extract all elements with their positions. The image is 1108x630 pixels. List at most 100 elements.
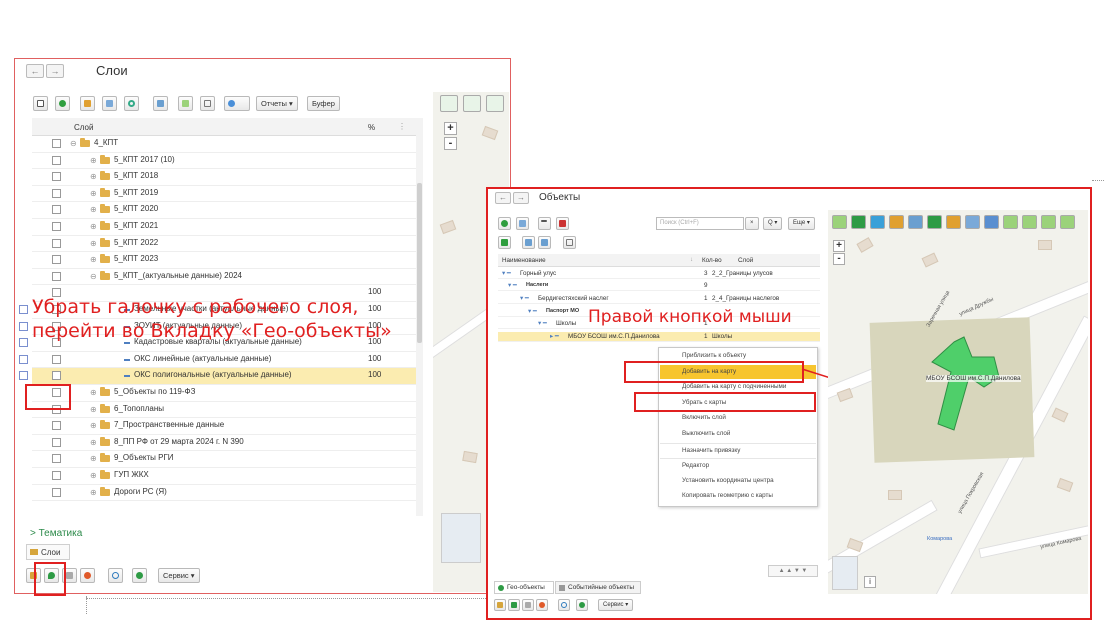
table-icon[interactable] xyxy=(200,96,215,111)
tree-toggle-icon[interactable]: ▾ ━ xyxy=(508,282,517,289)
map-tool-icon[interactable] xyxy=(1041,215,1056,229)
layer-checkbox[interactable] xyxy=(52,188,61,198)
objects-zoom-out[interactable]: - xyxy=(833,253,845,265)
pie-icon[interactable] xyxy=(80,568,95,583)
column-objects-layer[interactable]: Слой xyxy=(738,257,753,264)
reports-button[interactable]: Отчеты ▾ xyxy=(256,96,298,111)
column-percent[interactable]: % xyxy=(368,123,375,132)
back-button[interactable]: ← xyxy=(26,64,44,78)
context-menu-item[interactable]: Выключить слой xyxy=(660,427,816,442)
layers-map-icon[interactable] xyxy=(463,95,481,112)
layer-checkbox[interactable] xyxy=(52,421,61,431)
tree-toggle-icon[interactable]: ▾ ━ xyxy=(502,270,511,277)
refresh-icon[interactable] xyxy=(124,96,139,111)
expand-icon[interactable]: ⊕ xyxy=(90,205,97,214)
layers-tab[interactable]: Слои xyxy=(26,544,70,560)
layer-row[interactable]: ⊖ 4_КПТ xyxy=(32,136,418,153)
export-icon[interactable] xyxy=(522,236,535,249)
layer-checkbox[interactable] xyxy=(52,454,61,464)
map-tool-icon[interactable] xyxy=(832,215,847,229)
obj-target-icon[interactable] xyxy=(576,599,588,611)
layer-row[interactable]: ⊕ 6_Топопланы xyxy=(32,402,418,419)
add-object-icon[interactable] xyxy=(498,217,511,230)
layer-checkbox[interactable] xyxy=(52,139,61,148)
object-row[interactable]: ▾ ━ Горный улус 3 2_2_Границы улусов xyxy=(498,268,820,279)
tab-geo-objects[interactable]: Гео-объекты xyxy=(494,581,554,594)
info-icon[interactable]: i xyxy=(864,576,876,588)
home-icon[interactable] xyxy=(440,95,458,112)
service-button-left[interactable]: Сервис ▾ xyxy=(158,568,200,583)
expand-icon[interactable]: ⊕ xyxy=(90,388,97,397)
obj-geo-icon[interactable] xyxy=(508,599,520,611)
table-object-icon[interactable] xyxy=(563,236,576,249)
expand-icon[interactable]: ⊕ xyxy=(90,172,97,181)
layer-checkbox[interactable] xyxy=(52,437,61,447)
objects-minimap[interactable] xyxy=(832,556,858,590)
layer-checkbox[interactable] xyxy=(52,371,61,381)
expand-icon[interactable]: ⊕ xyxy=(90,421,97,430)
layer-row[interactable]: ⊕ 8_ПП РФ от 29 марта 2024 г. N 390 xyxy=(32,435,418,452)
school-polygon[interactable] xyxy=(924,332,1014,442)
objects-map[interactable] xyxy=(828,210,1088,594)
expand-icon[interactable]: ⊕ xyxy=(90,255,97,264)
layer-checkbox[interactable] xyxy=(52,155,61,165)
minimap[interactable] xyxy=(441,513,481,563)
map-tool-icon[interactable] xyxy=(927,215,942,229)
layer-row[interactable]: ОКС полигональные (актуальные данные) 100 xyxy=(19,368,418,385)
map-tool-icon[interactable] xyxy=(870,215,885,229)
map-tool-icon[interactable] xyxy=(908,215,923,229)
expand-icon[interactable]: ⊕ xyxy=(90,405,97,414)
zoom-out-button[interactable]: - xyxy=(444,137,457,150)
forward-button[interactable]: → xyxy=(46,64,64,78)
add-layer-icon[interactable] xyxy=(80,96,95,111)
layer-row[interactable]: ⊕ 5_КПТ 2019 xyxy=(32,186,418,203)
layer-checkbox[interactable] xyxy=(52,238,61,248)
layer-checkbox[interactable] xyxy=(52,205,61,215)
layer-checkbox[interactable] xyxy=(52,354,61,364)
tree-toggle-icon[interactable]: ▸ ━ xyxy=(550,333,559,340)
column-layer[interactable]: Слой xyxy=(74,123,93,132)
collapse-icon[interactable]: ⊖ xyxy=(90,272,97,281)
object-row[interactable]: ▾ ━ Наслеги 9 xyxy=(498,281,820,292)
layer-checkbox[interactable] xyxy=(52,471,61,480)
column-name[interactable]: Наименование xyxy=(502,257,546,264)
buffer-button[interactable]: Буфер xyxy=(307,96,340,111)
context-menu-item[interactable]: Установить координаты центра xyxy=(660,474,816,489)
layer-row[interactable]: ⊕ Дороги РС (Я) xyxy=(32,485,418,502)
layers-scrollbar[interactable] xyxy=(416,118,423,516)
scrollbar-thumb[interactable] xyxy=(417,183,422,343)
edit-object-icon[interactable] xyxy=(516,217,529,230)
context-menu-item[interactable]: Копировать геометрию с карты xyxy=(660,489,816,504)
chart-object-icon[interactable] xyxy=(538,236,551,249)
layer-checkbox[interactable] xyxy=(52,487,61,497)
expand-icon[interactable]: ⊕ xyxy=(90,438,97,447)
objects-search-input[interactable]: Поиск (Ctrl+F) xyxy=(656,217,744,230)
layer-row[interactable]: ⊕ 5_КПТ 2022 xyxy=(32,236,418,253)
objects-forward-button[interactable]: → xyxy=(513,192,529,204)
obj-text-icon[interactable] xyxy=(522,599,534,611)
layer-checkbox[interactable] xyxy=(52,255,61,265)
map-tool-icon[interactable] xyxy=(1022,215,1037,229)
thematic-link[interactable]: > Тематика xyxy=(30,528,82,539)
layer-row[interactable]: ⊕ 5_КПТ 2017 (10) xyxy=(32,153,418,170)
edit-icon[interactable] xyxy=(102,96,117,111)
layer-row[interactable]: ⊕ 5_Объекты по 119-ФЗ xyxy=(32,385,418,402)
expand-icon[interactable]: ⊕ xyxy=(90,189,97,198)
chart-icon[interactable] xyxy=(153,96,168,111)
expand-icon[interactable]: ⊕ xyxy=(90,471,97,480)
delete-object-icon[interactable] xyxy=(556,217,569,230)
map-tool-icon[interactable] xyxy=(1003,215,1018,229)
tab-event-objects[interactable]: Событийные объекты xyxy=(555,581,641,594)
tree-toggle-icon[interactable]: ▾ ━ xyxy=(528,308,537,315)
map-tool-icon[interactable] xyxy=(984,215,999,229)
expand-icon[interactable]: ⊕ xyxy=(90,488,97,497)
expand-icon[interactable]: ⊕ xyxy=(90,454,97,463)
target-icon[interactable] xyxy=(132,568,147,583)
layer-row[interactable]: ⊕ 5_КПТ 2021 xyxy=(32,219,418,236)
objects-zoom-in[interactable]: + xyxy=(833,240,845,252)
zoom-icon[interactable] xyxy=(108,568,123,583)
service-button-right[interactable]: Сервис ▾ xyxy=(598,599,634,611)
expand-icon[interactable]: ⊕ xyxy=(90,156,97,165)
object-row[interactable]: ▾ ━ Бердигестяхский наслег 1 2_4_Границы на… xyxy=(498,293,820,304)
add-icon[interactable] xyxy=(55,96,70,111)
